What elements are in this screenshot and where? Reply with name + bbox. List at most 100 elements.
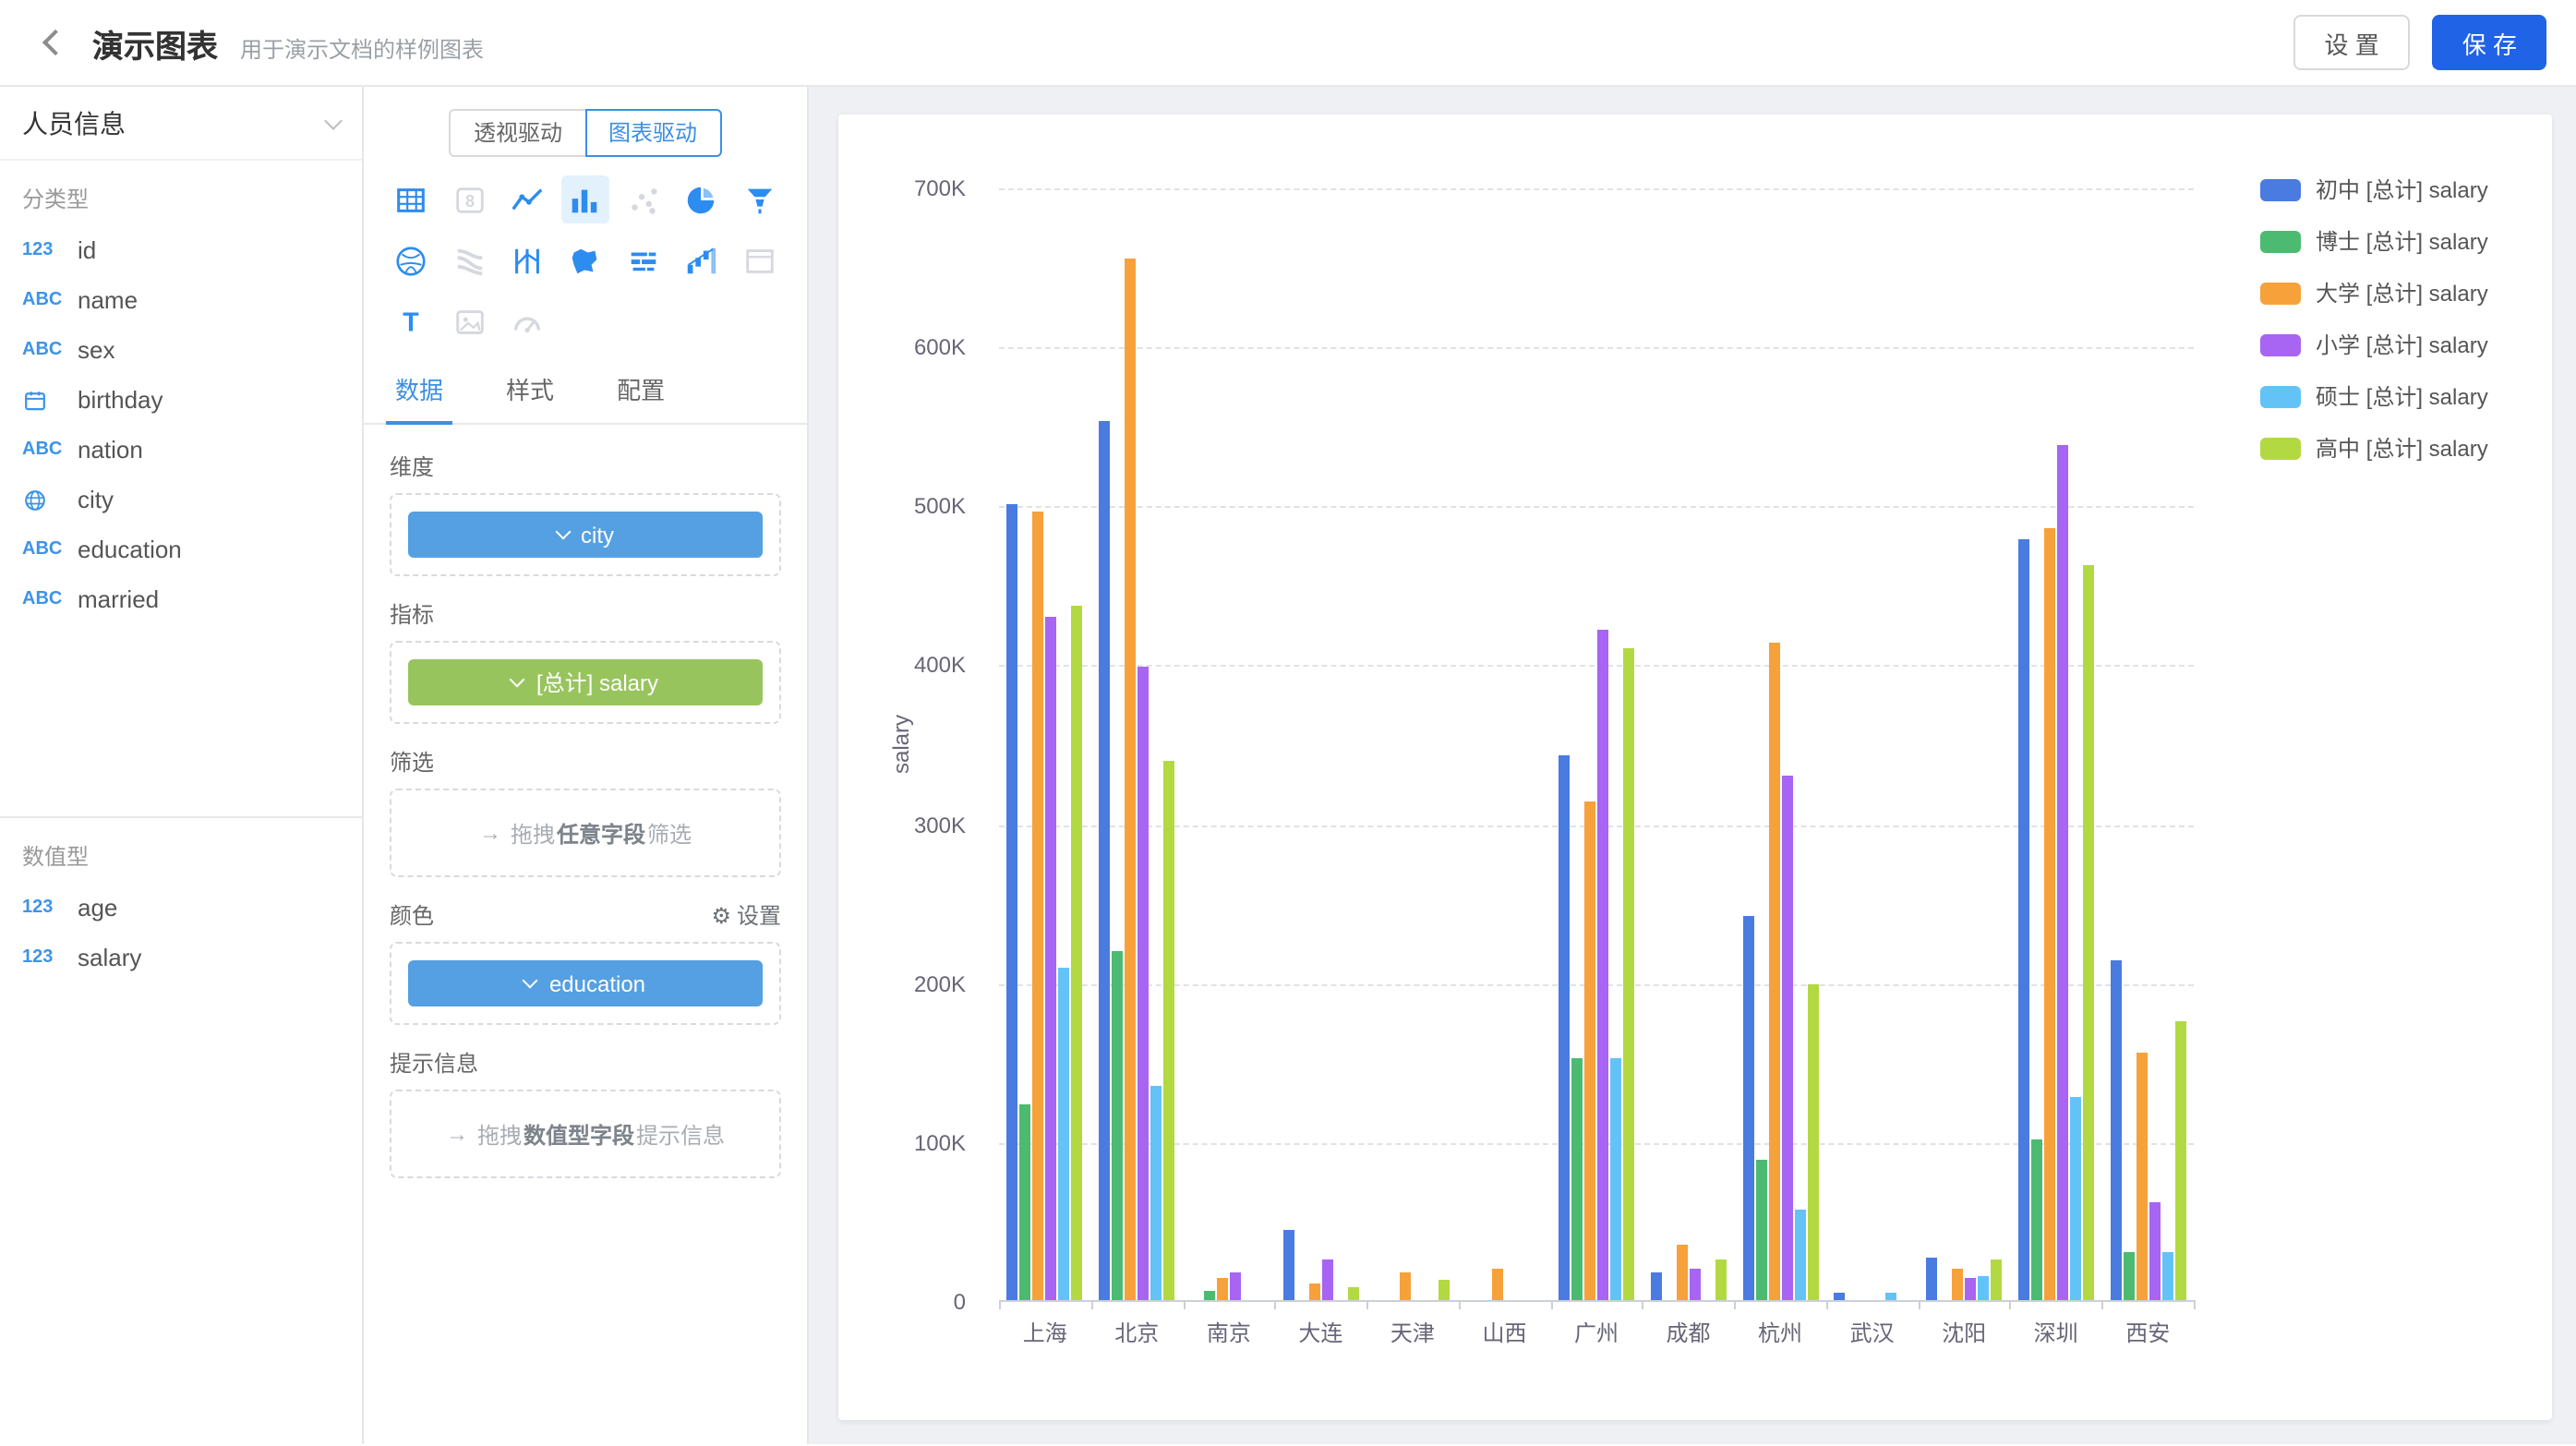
driver-tab-chart[interactable]: 图表驱动 [584,109,721,157]
field-item-city[interactable]: city [0,475,362,524]
bar[interactable] [1163,761,1174,1300]
bar[interactable] [1991,1259,2002,1300]
bar[interactable] [2044,528,2055,1300]
dimension-pill[interactable]: city [408,512,763,558]
bar[interactable] [2123,1252,2134,1300]
bar[interactable] [1715,1260,1727,1300]
field-item-age[interactable]: 123age [0,883,362,933]
bar[interactable] [2161,1252,2173,1300]
bar[interactable] [1308,1283,1319,1300]
bar[interactable] [1677,1245,1688,1300]
tab-config[interactable]: 配置 [585,360,696,423]
bar[interactable] [1204,1291,1215,1300]
legend-item[interactable]: 高中 [总计] salary [2260,432,2488,464]
filter-drop-zone[interactable]: → 拖拽任意字段筛选 [390,789,781,877]
bar[interactable] [1059,968,1070,1300]
field-item-education[interactable]: ABCeducation [0,524,362,574]
bar[interactable] [1571,1058,1583,1300]
bar[interactable] [1978,1276,1989,1300]
bar[interactable] [1439,1280,1451,1300]
dataset-selector[interactable]: 人员信息 [0,87,362,161]
field-item-married[interactable]: ABCmarried [0,574,362,624]
bar[interactable] [1794,1210,1805,1300]
line-chart-icon[interactable] [503,175,551,223]
wordcloud-chart-icon[interactable] [620,236,668,284]
bar[interactable] [2110,959,2121,1300]
bar[interactable] [1768,643,1779,1300]
bar[interactable] [1952,1269,1963,1300]
legend-item[interactable]: 初中 [总计] salary [2260,174,2488,205]
bar[interactable] [2149,1203,2160,1300]
richtext-icon[interactable]: T [387,297,435,345]
tab-data[interactable]: 数据 [364,360,475,423]
color-settings-link[interactable]: ⚙ 设置 [711,899,781,931]
bar[interactable] [1230,1271,1241,1300]
funnel-chart-icon[interactable] [736,175,784,223]
legend-item[interactable]: 小学 [总计] salary [2260,329,2488,360]
back-button[interactable] [30,17,81,68]
settings-button[interactable]: 设 置 [2293,15,2411,70]
pie-chart-icon[interactable] [678,175,726,223]
bar[interactable] [1150,1085,1162,1300]
bar[interactable] [1742,915,1753,1300]
bar[interactable] [1401,1273,1412,1300]
bar[interactable] [1020,1104,1031,1300]
bar[interactable] [1886,1292,1897,1300]
metric-pill[interactable]: [总计] salary [408,659,763,705]
driver-tab-pivot[interactable]: 透视驱动 [450,109,586,157]
bar-chart-icon[interactable] [561,175,609,223]
bar[interactable] [1347,1287,1358,1300]
bar[interactable] [1623,648,1634,1300]
map-chart-icon[interactable] [561,236,609,284]
bar[interactable] [2174,1022,2185,1301]
bar[interactable] [1321,1259,1332,1300]
bar[interactable] [1125,259,1136,1300]
color-pill[interactable]: education [408,960,763,1006]
field-item-sex[interactable]: ABCsex [0,325,362,375]
bar[interactable] [1112,952,1123,1300]
color-drop-zone[interactable]: education [390,942,781,1025]
field-item-salary[interactable]: 123salary [0,933,362,982]
bar[interactable] [1781,775,1792,1300]
dimension-drop-zone[interactable]: city [390,493,781,576]
tooltip-drop-zone[interactable]: → 拖拽数值型字段提示信息 [390,1090,781,1178]
bar[interactable] [1033,511,1044,1300]
bar[interactable] [1282,1230,1294,1300]
bar[interactable] [2083,565,2094,1300]
chord-chart-icon[interactable] [387,236,435,284]
bar[interactable] [2070,1097,2081,1301]
bar[interactable] [1584,802,1595,1300]
metric-drop-zone[interactable]: [总计] salary [390,641,781,724]
field-item-name[interactable]: ABCname [0,275,362,325]
bar[interactable] [1072,605,1083,1300]
bar[interactable] [1597,631,1608,1300]
bar[interactable] [2136,1054,2147,1300]
bar[interactable] [1217,1278,1228,1300]
field-item-nation[interactable]: ABCnation [0,425,362,475]
bar[interactable] [1138,667,1149,1300]
bar[interactable] [1835,1292,1846,1300]
bar[interactable] [2031,1139,2042,1300]
legend-item[interactable]: 硕士 [总计] salary [2260,380,2488,412]
bar[interactable] [2018,540,2029,1301]
bar[interactable] [2057,446,2068,1300]
legend-item[interactable]: 大学 [总计] salary [2260,277,2488,308]
field-item-id[interactable]: 123id [0,225,362,275]
bar[interactable] [1807,985,1818,1300]
waterfall-chart-icon[interactable] [678,236,726,284]
bar[interactable] [1651,1271,1662,1300]
bar[interactable] [1690,1269,1701,1300]
field-item-birthday[interactable]: birthday [0,375,362,425]
bar[interactable] [1046,618,1057,1300]
bar[interactable] [1926,1258,1937,1301]
legend-item[interactable]: 博士 [总计] salary [2260,225,2488,257]
bar[interactable] [1492,1269,1503,1300]
bar[interactable] [1559,756,1570,1300]
bar[interactable] [1007,505,1018,1300]
tab-style[interactable]: 样式 [475,360,585,423]
bar[interactable] [1755,1160,1766,1300]
bar[interactable] [1965,1278,1976,1300]
save-button[interactable]: 保 存 [2433,15,2546,70]
table-icon[interactable] [387,175,435,223]
parallel-chart-icon[interactable] [503,236,551,284]
